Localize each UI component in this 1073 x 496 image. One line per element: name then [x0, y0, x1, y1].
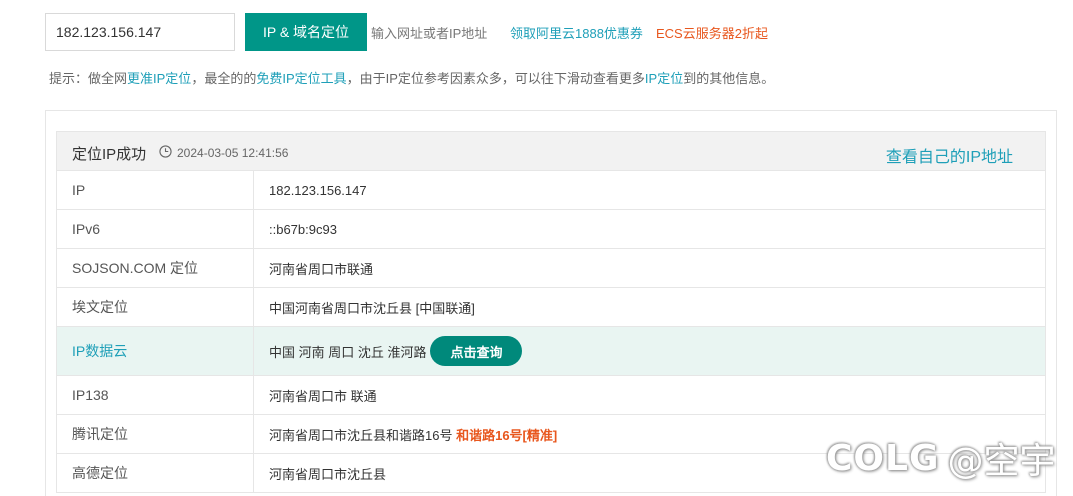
table-row: IPv6 ::b67b:9c93 — [57, 210, 1045, 249]
row-label: SOJSON.COM 定位 — [57, 249, 254, 287]
table-row: IP 182.123.156.147 — [57, 171, 1045, 210]
row-value: 182.123.156.147 — [269, 182, 367, 198]
aliyun-coupon-link[interactable]: 领取阿里云1888优惠券 — [510, 23, 643, 42]
table-row: 埃文定位 中国河南省周口市沈丘县 [中国联通] — [57, 288, 1045, 327]
result-title: 定位IP成功 — [72, 146, 147, 163]
row-value: 中国 河南 周口 沈丘 淮河路 — [269, 344, 427, 360]
free-ip-tool-link[interactable]: 免费IP定位工具 — [256, 71, 346, 86]
ip-locate-link[interactable]: IP定位 — [645, 71, 683, 86]
view-my-ip-link[interactable]: 查看自己的IP地址 — [886, 143, 1013, 167]
row-value: 河南省周口市沈丘县 — [269, 466, 387, 482]
watermark-text: @空宇 — [947, 441, 1056, 482]
ip-search-input[interactable] — [45, 13, 235, 51]
watermark: COLG @空宇 — [826, 432, 1056, 484]
row-label: IP — [57, 171, 254, 209]
accurate-ip-link[interactable]: 更准IP定位 — [127, 71, 191, 86]
result-header: 定位IP成功 2024-03-05 12:41:56 查看自己的IP地址 — [57, 131, 1045, 171]
table-row: IP138 河南省周口市 联通 — [57, 376, 1045, 415]
row-value: 河南省周口市沈丘县和谐路16号 — [269, 427, 453, 443]
watermark-logo: COLG — [826, 437, 940, 479]
row-label: IPv6 — [57, 210, 254, 248]
row-label: 腾讯定位 — [57, 415, 254, 453]
ecs-promo-link[interactable]: ECS云服务器2折起 — [656, 23, 768, 42]
precise-badge: 和谐路16号[精准] — [456, 427, 558, 443]
table-row: SOJSON.COM 定位 河南省周口市联通 — [57, 249, 1045, 288]
row-value-with-accent: 河南省周口市沈丘县和谐路16号 和谐路16号[精准] — [254, 415, 557, 453]
tip-prefix: 提示：做全网 — [49, 71, 128, 86]
tip-mid2: ，由于IP定位参考因素众多，可以往下滑动查看更多 — [346, 71, 645, 86]
tip-mid1: ，最全的的 — [191, 71, 257, 86]
result-timestamp: 2024-03-05 12:41:56 — [177, 146, 289, 160]
row-value: 河南省周口市联通 — [269, 261, 374, 277]
tip-line: 提示：做全网更准IP定位，最全的的免费IP定位工具，由于IP定位参考因素众多，可… — [49, 68, 774, 87]
table-row-highlighted: IP数据云 中国 河南 周口 沈丘 淮河路 点击查询 — [57, 327, 1045, 376]
row-label: 高德定位 — [57, 454, 254, 492]
clock-icon — [159, 145, 172, 158]
row-label: 埃文定位 — [57, 288, 254, 326]
row-value: 中国河南省周口市沈丘县 [中国联通] — [269, 300, 475, 316]
tip-suffix: 到的其他信息。 — [683, 71, 775, 86]
row-value: 河南省周口市 联通 — [269, 388, 377, 404]
click-query-button[interactable]: 点击查询 — [430, 336, 523, 366]
row-value: ::b67b:9c93 — [269, 221, 337, 237]
search-hint: 输入网址或者IP地址 — [371, 26, 488, 41]
ip-data-cloud-link[interactable]: IP数据云 — [57, 327, 254, 375]
ip-domain-locate-button[interactable]: IP & 域名定位 — [245, 13, 367, 51]
row-label: IP138 — [57, 376, 254, 414]
row-value-with-button: 中国 河南 周口 沈丘 淮河路 点击查询 — [254, 327, 523, 375]
